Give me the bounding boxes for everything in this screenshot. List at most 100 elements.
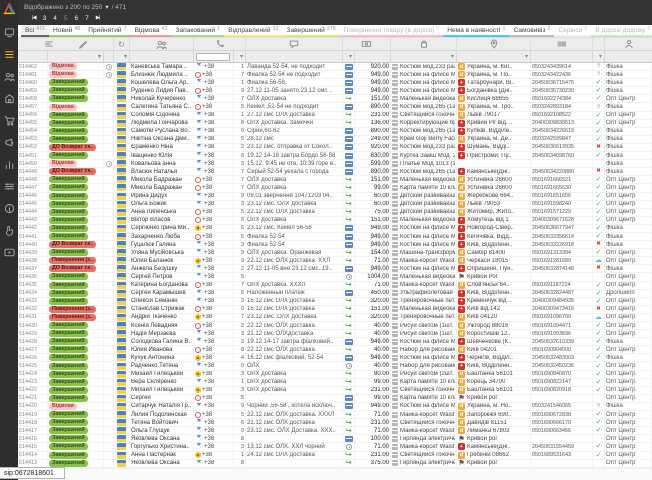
phone-number[interactable]: +38	[204, 290, 214, 296]
client-name[interactable]: Лилия Подолинская	[130, 411, 194, 418]
client-name[interactable]: Уляна Мусійовська	[130, 249, 194, 256]
client-name[interactable]: Яковлева Оксана	[130, 435, 194, 442]
client-name[interactable]: Близнюк Людмила ..	[130, 71, 194, 78]
order-row[interactable]: 514415ЗавершенийГоргулько Христина..*+38…	[18, 443, 652, 451]
tab-11[interactable]: В дорозі додому0	[591, 25, 652, 37]
filter-payment[interactable]: ▾	[343, 51, 355, 62]
filter-product[interactable]: ▾	[391, 51, 457, 62]
order-row[interactable]: 514460ЗавершенийКошелева Ольга Ар..*+381…	[18, 79, 652, 87]
client-name[interactable]: Сергіюнко Ірина Ми..	[130, 225, 194, 232]
call-status-icon[interactable]	[195, 412, 201, 418]
order-row[interactable]: 514429ЗавершенийНадія Мерзаєва*+38321.12…	[18, 330, 652, 338]
order-row[interactable]: 514427ЗавершенийЮлия Иванова+38822.12 см…	[18, 346, 652, 354]
call-status-icon[interactable]	[195, 387, 201, 393]
phone-number[interactable]: +38	[202, 72, 212, 78]
order-row[interactable]: 514445ЗавершенийОльга Божик*+38323.12 см…	[18, 201, 652, 209]
order-row[interactable]: 514433ЗавершенийОлексій Семанін*+38315.1…	[18, 298, 652, 306]
order-row[interactable]: 514420ВідмоваСитарчук Наталія Гр..*+389Ч…	[18, 403, 652, 411]
phone-number[interactable]: +38	[202, 225, 212, 231]
phone-number[interactable]: +38	[202, 371, 212, 377]
client-name[interactable]: Катерина Богданова	[130, 282, 194, 289]
header-sync[interactable]: ↻	[114, 38, 130, 50]
order-row[interactable]: 514444ЗавершенийАнна Липенська+38522.12 …	[18, 209, 652, 217]
filter-city[interactable]: ▾	[457, 51, 531, 62]
header-address[interactable]	[457, 38, 531, 50]
order-row[interactable]: 514416ЗавершенийЯковлева Оксана*+388100.…	[18, 435, 652, 443]
call-status-icon[interactable]	[195, 217, 201, 223]
client-name[interactable]: Іващенко Юлія	[130, 152, 194, 159]
tab-9[interactable]: Самовивіз2	[509, 25, 554, 37]
call-status-icon[interactable]: *	[195, 145, 203, 150]
client-name[interactable]: Михаил Гилецький	[130, 387, 194, 394]
call-status-icon[interactable]: *	[195, 137, 203, 142]
phone-number[interactable]: +38	[204, 266, 214, 272]
tab-10[interactable]: Сервіси0	[554, 25, 591, 37]
phone-number[interactable]: +38	[204, 242, 214, 248]
page-button-6[interactable]: 6	[75, 15, 79, 22]
client-name[interactable]: Руденко Лидия Пав..	[130, 87, 194, 94]
filter-id[interactable]	[18, 51, 48, 62]
client-name[interactable]: Юлия Баланюк	[130, 257, 194, 264]
order-row[interactable]: 514435ЗавершенийКатерина Богданова+387ОЛ…	[18, 282, 652, 290]
client-name[interactable]: Солодкова Галина В..	[130, 338, 194, 345]
order-row[interactable]: 514453ЗавершенийНікітіна Оксана Дми..*+3…	[18, 136, 652, 144]
call-status-icon[interactable]	[195, 225, 201, 231]
client-name[interactable]: Кучук Антонина	[130, 354, 194, 361]
client-name[interactable]: Микола Бадражан	[130, 184, 194, 191]
client-name[interactable]: Олексій Семанін	[130, 298, 194, 305]
order-row[interactable]: 514437ДО Возврат ск..Анжела Безушку*+382…	[18, 265, 652, 273]
client-name[interactable]: Нікітіна Оксана Дми..	[130, 136, 194, 143]
header-phone[interactable]	[194, 38, 246, 50]
call-status-icon[interactable]: *	[195, 339, 203, 344]
phone-number[interactable]: +38	[204, 193, 214, 199]
call-status-icon[interactable]: *	[195, 380, 203, 385]
order-row[interactable]: 514424ЗавершенийМихаил Гилецький+383ОЛХ …	[18, 371, 652, 379]
tab-4[interactable]: Запакований1	[171, 25, 224, 37]
filter-price[interactable]	[355, 51, 391, 62]
order-row[interactable]: 514432Повернення (з..Станіслав Стрижак+3…	[18, 306, 652, 314]
call-status-icon[interactable]	[195, 306, 201, 312]
filter-clock[interactable]	[104, 51, 114, 62]
sidebar-item-cart[interactable]	[0, 109, 18, 131]
client-name[interactable]: Ксенія Левадняя	[130, 322, 194, 329]
phone-number[interactable]: +38	[202, 217, 212, 223]
phone-number[interactable]: +38	[204, 64, 214, 70]
order-row[interactable]: 514438Повернення (з..Юлия Баланюк+38922.…	[18, 257, 652, 265]
client-name[interactable]: Ситарчук Наталія Гр..	[130, 403, 194, 410]
phone-number[interactable]: +38	[204, 298, 214, 304]
call-status-icon[interactable]: *	[195, 113, 203, 118]
phone-number[interactable]: +38	[204, 169, 214, 175]
call-status-icon[interactable]: *	[195, 291, 203, 296]
call-status-icon[interactable]	[195, 104, 201, 110]
client-name[interactable]: Анна Пастернак	[130, 452, 194, 459]
sidebar-item-company[interactable]	[0, 87, 18, 109]
order-row[interactable]: 514422ЗавершенийМихаил Гилецький+383ОЛХ …	[18, 387, 652, 395]
client-name[interactable]: Віктор Власов	[130, 217, 194, 224]
phone-number[interactable]: +38	[204, 120, 214, 126]
sidebar-item-stats[interactable]	[0, 153, 18, 175]
app-logo[interactable]	[3, 2, 16, 15]
client-name[interactable]: Сергей Петров	[130, 273, 194, 280]
call-status-icon[interactable]: *	[195, 364, 203, 369]
tab-5[interactable]: Відправлений12	[224, 25, 282, 37]
call-status-icon[interactable]: *	[195, 274, 203, 279]
tab-8[interactable]: Нема в наявності1	[443, 25, 509, 37]
order-row[interactable]: 514414ЗавершенийАнна Пастернак+38124.12 …	[18, 452, 652, 460]
order-row[interactable]: 514428ЗавершенийСолодкова Галина В..*+38…	[18, 338, 652, 346]
call-status-icon[interactable]: *	[195, 461, 203, 466]
client-name[interactable]: Станіслав Стрижак	[130, 306, 194, 313]
phone-number[interactable]: +38	[204, 331, 214, 337]
call-status-icon[interactable]: *	[195, 436, 203, 441]
order-row[interactable]: 514455ЗавершенийЛюдмила Гончарова*+388ОЛ…	[18, 120, 652, 128]
client-name[interactable]: Надія Мерзаєва	[130, 330, 194, 337]
order-row[interactable]: 514459ЗавершенийРуденко Лидия Пав..+3892…	[18, 87, 652, 95]
order-row[interactable]: 514451ЗавершенийІващенко Юлія*+38819.12 …	[18, 152, 652, 160]
phone-number[interactable]: +38	[202, 104, 212, 110]
call-status-icon[interactable]: *	[195, 266, 203, 271]
tab-1[interactable]: Новий48	[49, 25, 84, 37]
call-status-icon[interactable]	[195, 323, 201, 329]
phone-number[interactable]: +38	[202, 323, 212, 329]
order-row[interactable]: 514457ВідмоваСалегина Татьяна С..+385Кем…	[18, 103, 652, 111]
call-status-icon[interactable]: *	[195, 161, 203, 166]
call-status-icon[interactable]	[195, 282, 201, 288]
